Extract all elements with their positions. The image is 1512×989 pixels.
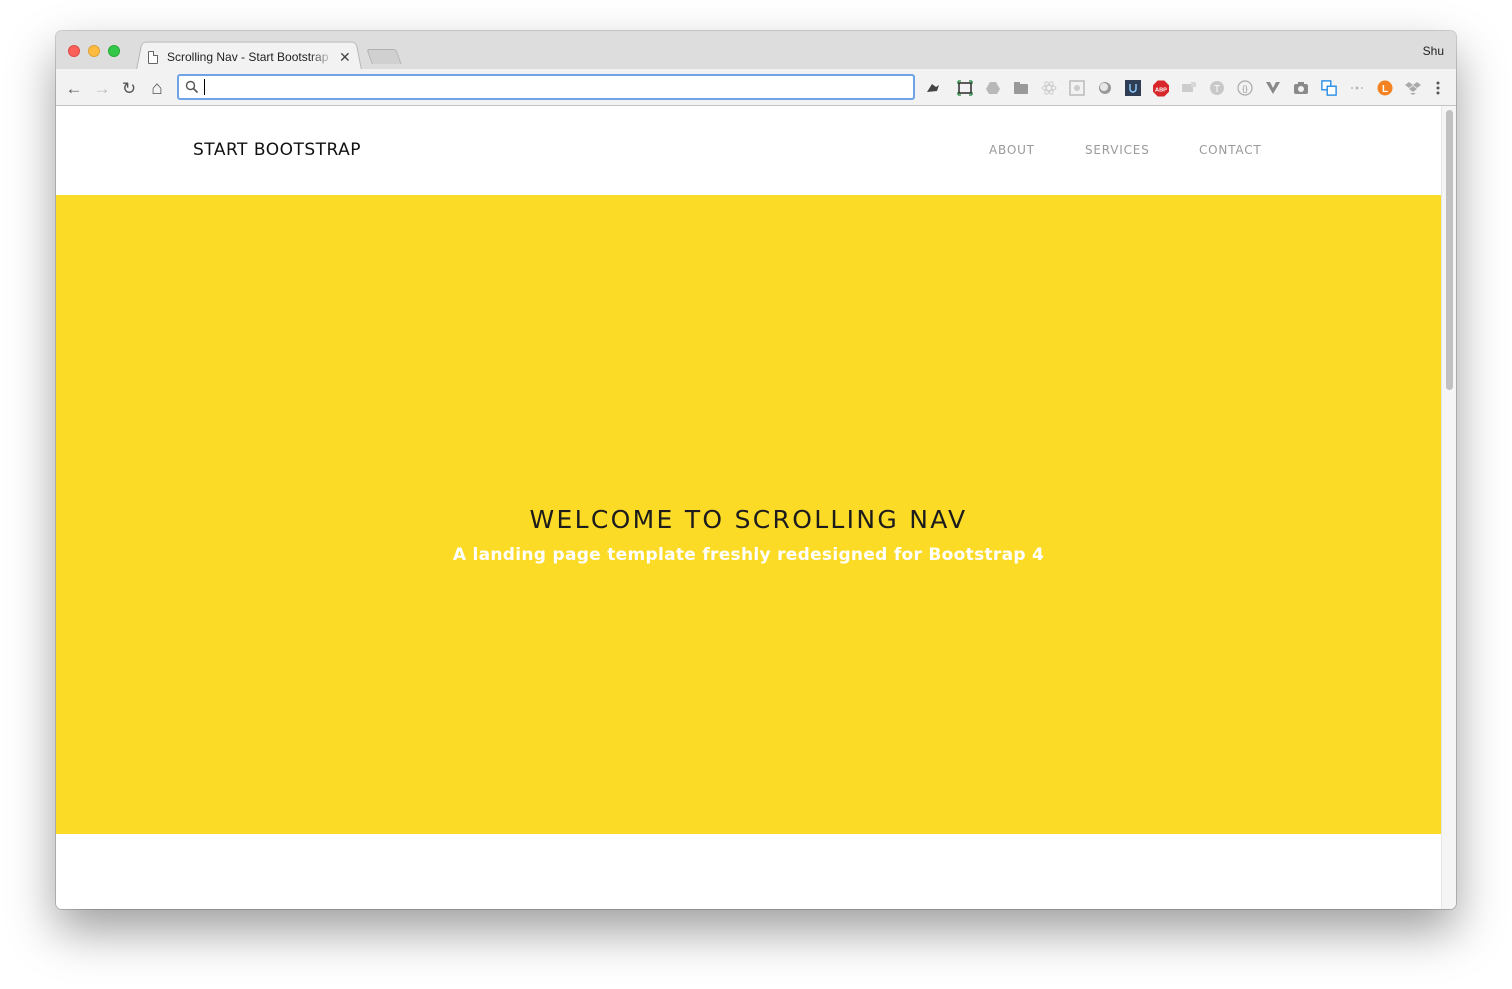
maximize-window-button[interactable]: [108, 45, 120, 57]
active-tab-content[interactable]: Scrolling Nav - Start Bootstrap ✕: [146, 46, 362, 68]
site-navbar: START BOOTSTRAP ABOUT SERVICES CONTACT: [56, 106, 1441, 195]
address-bar[interactable]: [177, 74, 915, 100]
nav-link-about[interactable]: ABOUT: [989, 143, 1035, 157]
back-arrow-icon: ←: [65, 78, 83, 98]
ext-folder-icon[interactable]: [1013, 80, 1029, 96]
ext-translate-icon[interactable]: [1321, 80, 1337, 96]
text-caret: [204, 79, 205, 95]
hero-title: WELCOME TO SCROLLING NAV: [529, 505, 968, 534]
tab-close-icon[interactable]: ✕: [339, 50, 351, 64]
abp-label: ABP: [1155, 87, 1167, 93]
ext-circle-icon[interactable]: [1097, 80, 1113, 96]
close-window-button[interactable]: [68, 45, 80, 57]
reload-button[interactable]: ↻: [119, 78, 139, 98]
ext-dropbox-icon[interactable]: [1405, 80, 1421, 96]
ext-t-icon[interactable]: T: [1209, 80, 1225, 96]
address-input[interactable]: [203, 78, 903, 96]
nav-link-services[interactable]: SERVICES: [1085, 143, 1150, 157]
new-tab-button[interactable]: [366, 49, 402, 64]
forward-arrow-icon: →: [93, 78, 111, 98]
page-icon: [148, 50, 158, 64]
hero-subtitle: A landing page template freshly redesign…: [452, 545, 1045, 565]
profile-name[interactable]: Shu: [1423, 44, 1444, 58]
ext-drive-icon[interactable]: [985, 80, 1001, 96]
ext-bird-icon[interactable]: [925, 80, 941, 96]
search-icon: [185, 80, 199, 94]
home-icon: ⌂: [151, 77, 163, 99]
ext-react-icon[interactable]: [1041, 80, 1057, 96]
ext-abp-icon[interactable]: ABP: [1153, 80, 1169, 96]
svg-text:T: T: [1214, 84, 1220, 95]
home-button[interactable]: ⌂: [147, 78, 167, 98]
forward-button[interactable]: →: [92, 78, 112, 98]
browser-window: Scrolling Nav - Start Bootstrap ✕ Shu ← …: [56, 31, 1456, 909]
browser-menu-icon[interactable]: [1430, 80, 1446, 96]
browser-toolbar: ← → ↻ ⌂ ABP T {} L: [56, 69, 1456, 106]
ext-camera-icon[interactable]: [1293, 80, 1309, 96]
ext-capture-icon[interactable]: [957, 80, 973, 96]
tab-title: Scrolling Nav - Start Bootstrap: [167, 50, 329, 64]
ext-l-icon[interactable]: L: [1377, 80, 1393, 96]
title-bar: Scrolling Nav - Start Bootstrap ✕ Shu: [56, 31, 1456, 70]
svg-text:{}: {}: [1242, 85, 1248, 94]
nav-link-contact[interactable]: CONTACT: [1199, 143, 1262, 157]
ext-dots-icon[interactable]: [1349, 80, 1365, 96]
back-button[interactable]: ←: [64, 78, 84, 98]
l-label: L: [1382, 84, 1388, 95]
minimize-window-button[interactable]: [88, 45, 100, 57]
reload-icon: ↻: [121, 78, 137, 98]
ext-u-icon[interactable]: [1125, 80, 1141, 96]
page-scrollbar[interactable]: [1441, 106, 1456, 909]
site-brand[interactable]: START BOOTSTRAP: [193, 140, 361, 160]
ext-vue-icon[interactable]: [1265, 80, 1281, 96]
hero-section: WELCOME TO SCROLLING NAV A landing page …: [56, 195, 1441, 834]
ext-grid-icon[interactable]: [1069, 80, 1085, 96]
page-viewport: START BOOTSTRAP ABOUT SERVICES CONTACT W…: [56, 106, 1456, 909]
scrollbar-thumb[interactable]: [1446, 110, 1453, 390]
ext-brackets-icon[interactable]: {}: [1237, 80, 1253, 96]
ext-tag-icon[interactable]: [1181, 80, 1197, 96]
